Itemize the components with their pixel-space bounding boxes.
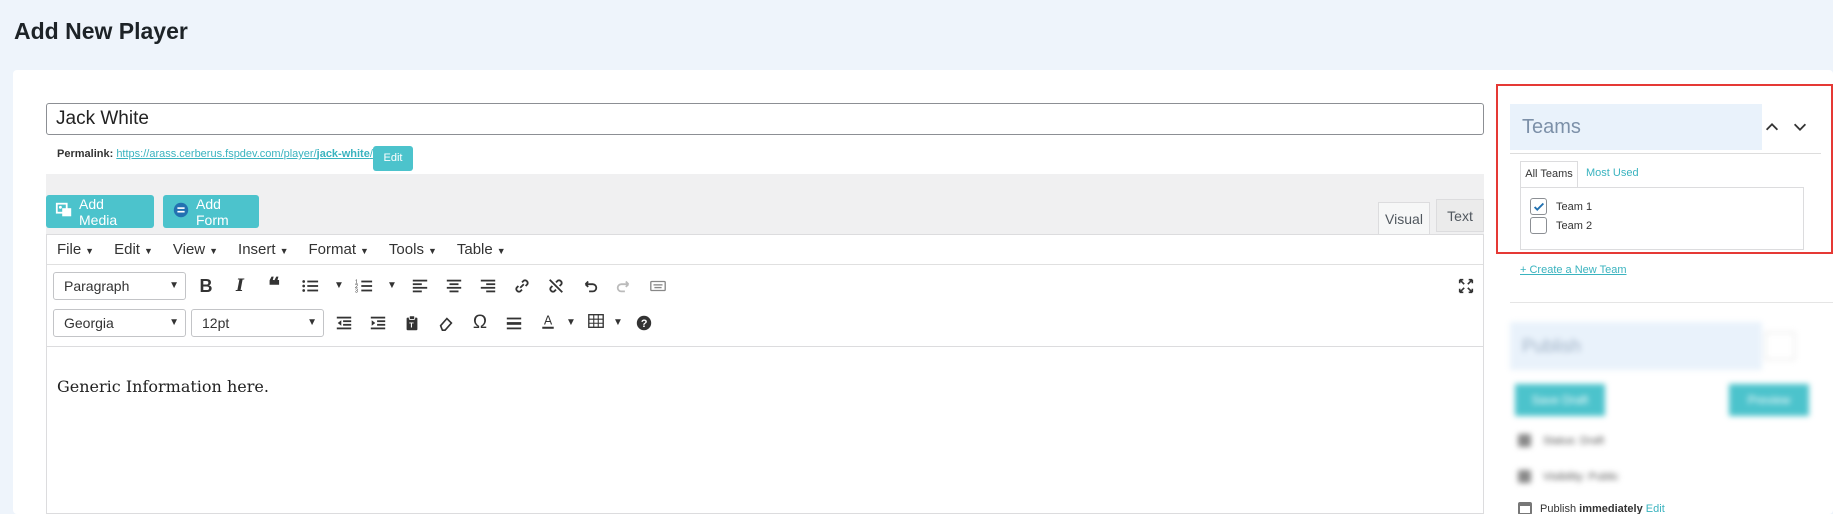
menu-table[interactable]: Table ▼: [457, 241, 506, 258]
align-left-icon[interactable]: [409, 275, 431, 297]
indent-icon[interactable]: [367, 312, 389, 334]
menu-tools[interactable]: Tools ▼: [389, 241, 437, 258]
text-color-icon[interactable]: A: [537, 310, 559, 332]
page-title: Add New Player: [14, 18, 188, 44]
menu-format[interactable]: Format ▼: [308, 241, 368, 258]
menu-view[interactable]: View ▼: [173, 241, 218, 258]
add-form-button[interactable]: Add Form: [163, 195, 259, 228]
status-row: Status: Draft: [1518, 434, 1604, 447]
form-icon: [172, 201, 190, 222]
svg-text:?: ?: [641, 318, 648, 330]
outdent-icon[interactable]: [333, 312, 355, 334]
chevron-up-icon[interactable]: [1763, 118, 1781, 136]
tab-all-teams[interactable]: All Teams: [1520, 161, 1578, 187]
publish-box: Publish Save Draft Preview Status: Draft…: [1510, 322, 1833, 514]
link-icon[interactable]: [511, 275, 533, 297]
permalink: Permalink: https://arass.cerberus.fspdev…: [57, 148, 373, 160]
teams-divider: [1510, 153, 1821, 154]
bullet-list-icon[interactable]: [299, 275, 321, 297]
post-title-input[interactable]: Jack White: [46, 103, 1484, 135]
permalink-link[interactable]: https://arass.cerberus.fspdev.com/player…: [116, 148, 373, 160]
tab-visual[interactable]: Visual: [1378, 202, 1430, 235]
team-2-checkbox[interactable]: [1530, 217, 1547, 234]
publish-schedule-row: Publish immediately Edit: [1518, 502, 1665, 514]
media-icon: [55, 201, 73, 222]
editor-menubar: File ▼ Edit ▼ View ▼ Insert ▼ Format ▼ Tools ▼…: [47, 235, 1483, 265]
tab-text[interactable]: Text: [1436, 199, 1484, 232]
add-media-label: Add Media: [79, 195, 118, 228]
eraser-icon[interactable]: [435, 312, 457, 334]
editor-content[interactable]: Generic Information here.: [47, 347, 1483, 426]
create-team-link[interactable]: + Create a New Team: [1520, 264, 1627, 276]
publish-toggle[interactable]: [1765, 332, 1795, 360]
bold-icon[interactable]: B: [195, 275, 217, 297]
font-family-select[interactable]: Georgia ▼: [53, 309, 186, 337]
numbered-list-icon[interactable]: 123: [353, 275, 375, 297]
team-1-checkbox[interactable]: [1530, 198, 1547, 215]
add-media-button[interactable]: Add Media: [46, 195, 154, 228]
teams-title: Teams: [1510, 104, 1762, 150]
eye-icon: [1518, 470, 1531, 483]
visibility-row: Visibility: Public: [1518, 470, 1619, 483]
tab-most-used[interactable]: Most Used: [1586, 161, 1639, 187]
text-color-caret[interactable]: ▼: [566, 317, 576, 328]
team-item[interactable]: Team 2: [1530, 217, 1592, 234]
editor-toolbar: Paragraph ▼ B I ❝ ▼ 123 ▼ Georgia ▼ 12pt ▼ …: [47, 265, 1483, 347]
horizontal-line-icon[interactable]: [503, 312, 525, 334]
rich-text-editor: File ▼ Edit ▼ View ▼ Insert ▼ Format ▼ Tools ▼…: [46, 234, 1484, 514]
team-label: Team 2: [1556, 219, 1593, 232]
italic-icon[interactable]: I: [229, 275, 251, 297]
pin-icon: [1518, 434, 1531, 447]
permalink-edit-button[interactable]: Edit: [373, 146, 413, 171]
svg-text:T: T: [409, 321, 414, 330]
menu-file[interactable]: File ▼: [57, 241, 94, 258]
team-item[interactable]: Team 1: [1530, 198, 1592, 215]
undo-icon[interactable]: [579, 275, 601, 297]
svg-text:A: A: [544, 313, 553, 327]
fullscreen-icon[interactable]: [1455, 275, 1477, 297]
format-select[interactable]: Paragraph ▼: [53, 272, 186, 300]
unlink-icon[interactable]: [545, 275, 567, 297]
publish-title: Publish: [1510, 322, 1762, 370]
chevron-down-icon[interactable]: [1791, 118, 1809, 136]
table-icon[interactable]: [585, 310, 607, 332]
add-form-label: Add Form: [196, 195, 229, 228]
bullet-list-caret[interactable]: ▼: [334, 280, 344, 291]
svg-text:3: 3: [355, 288, 358, 294]
permalink-label: Permalink:: [57, 148, 114, 160]
menu-insert[interactable]: Insert ▼: [238, 241, 288, 258]
font-size-select[interactable]: 12pt ▼: [191, 309, 324, 337]
team-label: Team 1: [1556, 200, 1593, 213]
preview-button[interactable]: Preview: [1729, 384, 1809, 416]
publish-edit-link[interactable]: Edit: [1646, 503, 1665, 514]
menu-edit[interactable]: Edit ▼: [114, 241, 153, 258]
align-center-icon[interactable]: [443, 275, 465, 297]
paste-icon[interactable]: T: [401, 312, 423, 334]
blockquote-icon[interactable]: ❝: [263, 273, 285, 298]
help-icon[interactable]: ?: [633, 312, 655, 334]
permalink-slug: jack-white: [316, 148, 370, 160]
table-caret[interactable]: ▼: [613, 317, 623, 328]
omega-icon[interactable]: Ω: [469, 312, 491, 334]
numbered-list-caret[interactable]: ▼: [387, 280, 397, 291]
align-right-icon[interactable]: [477, 275, 499, 297]
save-draft-button[interactable]: Save Draft: [1515, 384, 1605, 416]
sidebar-divider: [1510, 302, 1833, 303]
calendar-icon: [1518, 502, 1532, 514]
redo-icon[interactable]: [613, 275, 635, 297]
keyboard-icon[interactable]: [647, 275, 669, 297]
